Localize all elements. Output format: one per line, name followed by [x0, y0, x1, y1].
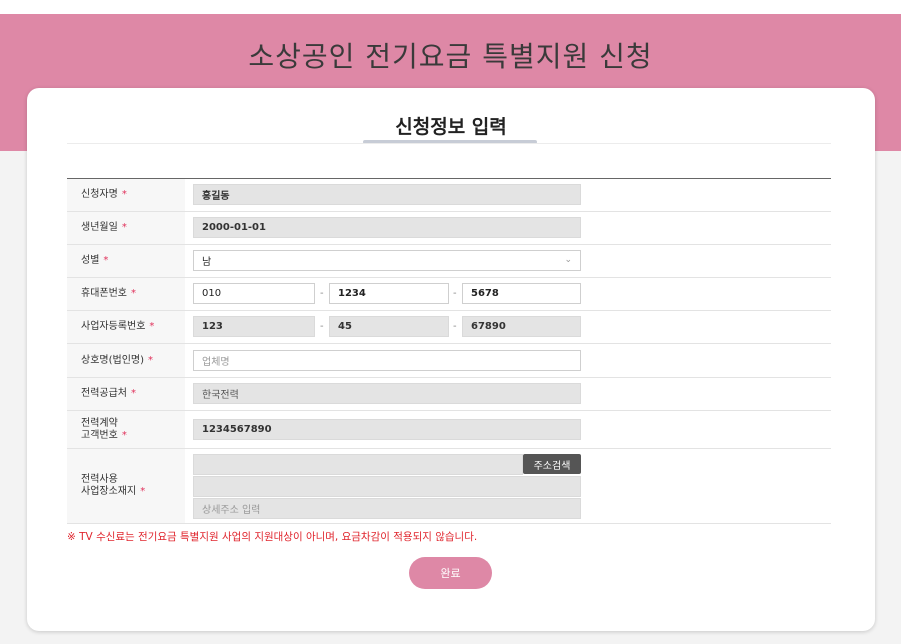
- row-birth: 생년월일 * 2000-01-01: [67, 212, 831, 245]
- company-name-input[interactable]: 업체명: [193, 350, 581, 371]
- birth-label: 생년월일 *: [67, 212, 185, 244]
- row-bizno: 사업자등록번호 * 123 - 45 - 67890: [67, 311, 831, 344]
- phone-part3-field[interactable]: 5678: [462, 283, 581, 304]
- bizno-label: 사업자등록번호 *: [67, 311, 185, 343]
- row-company: 상호명(법인명) * 업체명: [67, 344, 831, 378]
- page-title: 소상공인 전기요금 특별지원 신청: [248, 40, 653, 73]
- detail-address-input[interactable]: 상세주소 입력: [193, 498, 581, 519]
- top-strip: [0, 0, 901, 14]
- separator: -: [320, 321, 324, 332]
- row-phone: 휴대폰번호 * 010 - 1234 - 5678: [67, 278, 831, 311]
- power-supplier-field[interactable]: 한국전력: [193, 383, 581, 404]
- row-supplier: 전력공급처 * 한국전력: [67, 378, 831, 411]
- section-title: 신청정보 입력: [395, 116, 507, 138]
- company-label: 상호명(법인명) *: [67, 344, 185, 377]
- supplier-label: 전력공급처 *: [67, 378, 185, 410]
- notice-text: ※ TV 수신료는 전기요금 특별지원 사업의 지원대상이 아니며, 요금차감이…: [67, 531, 478, 543]
- contract-label: 전력계약 고객번호 *: [67, 411, 185, 448]
- separator: -: [320, 288, 324, 299]
- contract-number-field[interactable]: 1234567890: [193, 419, 581, 440]
- title-divider: [67, 143, 831, 144]
- required-mark: *: [140, 486, 146, 497]
- name-field[interactable]: 홍길동: [193, 184, 581, 205]
- phone-label: 휴대폰번호 *: [67, 278, 185, 310]
- bizno-part1-field[interactable]: 123: [193, 316, 315, 337]
- form-card: 신청정보 입력 신청자명 * 홍길동 생년월일 * 2000-01-01 성별 * 남…: [27, 88, 875, 631]
- row-name: 신청자명 * 홍길동: [67, 179, 831, 212]
- row-address: 전력사용 사업장소재지 * 주소검색 상세주소 입력: [67, 449, 831, 524]
- required-mark: *: [131, 288, 136, 299]
- bizno-part2-field[interactable]: 45: [329, 316, 449, 337]
- phone-part1-field[interactable]: 010: [193, 283, 315, 304]
- phone-part2-field[interactable]: 1234: [329, 283, 449, 304]
- separator: -: [453, 288, 457, 299]
- required-mark: *: [103, 255, 109, 266]
- separator: -: [453, 321, 457, 332]
- birthdate-field[interactable]: 2000-01-01: [193, 217, 581, 238]
- application-form: 신청자명 * 홍길동 생년월일 * 2000-01-01 성별 * 남 ⌄ 휴대폰번호…: [67, 178, 831, 524]
- required-mark: *: [131, 388, 136, 399]
- address-field[interactable]: [193, 476, 581, 497]
- required-mark: *: [121, 189, 127, 200]
- address-label: 전력사용 사업장소재지 *: [67, 449, 185, 523]
- postcode-field[interactable]: [193, 454, 523, 475]
- row-gender: 성별 * 남 ⌄: [67, 245, 831, 278]
- gender-label: 성별 *: [67, 245, 185, 277]
- complete-button[interactable]: 완료: [409, 557, 492, 589]
- chevron-down-icon: ⌄: [564, 255, 572, 265]
- gender-select[interactable]: 남 ⌄: [193, 250, 581, 271]
- address-search-button[interactable]: 주소검색: [523, 454, 581, 474]
- bizno-part3-field[interactable]: 67890: [462, 316, 581, 337]
- required-mark: *: [121, 222, 127, 233]
- required-mark: *: [121, 429, 127, 441]
- required-mark: *: [149, 321, 155, 332]
- required-mark: *: [148, 354, 154, 366]
- row-contract: 전력계약 고객번호 * 1234567890: [67, 411, 831, 449]
- name-label: 신청자명 *: [67, 179, 185, 211]
